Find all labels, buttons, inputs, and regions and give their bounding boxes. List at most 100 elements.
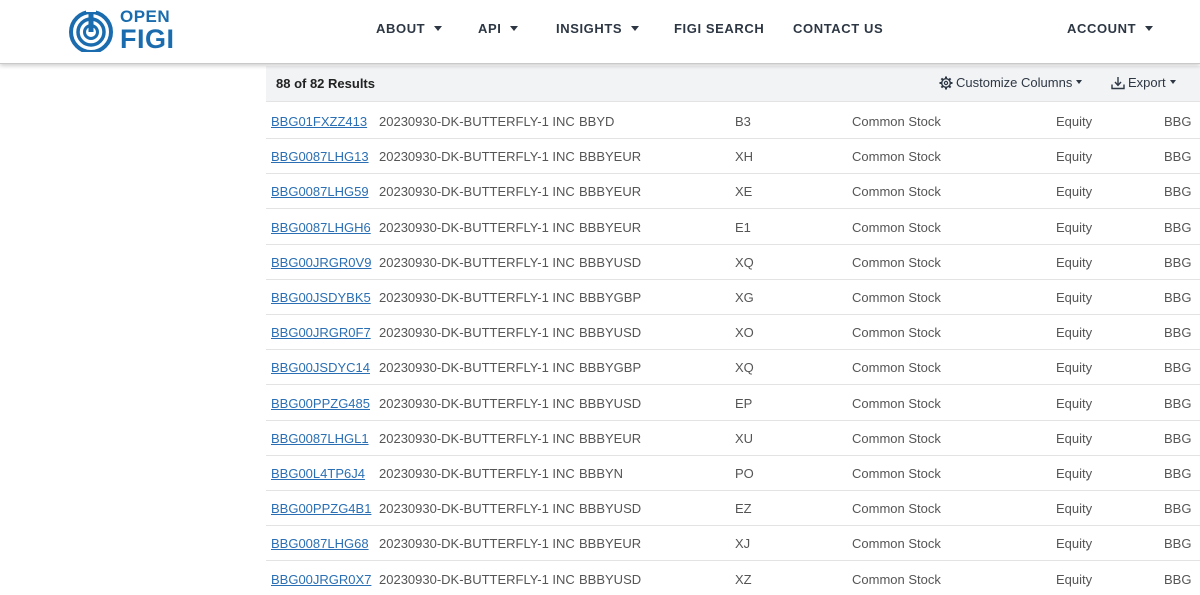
- ticker: BBBYGBP: [579, 290, 642, 305]
- market-sector: Equity: [1056, 184, 1093, 200]
- exchange-code: E1: [735, 219, 751, 235]
- security-name: 20230930-DK-BUTTERFLY-1 INC: [379, 149, 575, 165]
- ticker: BBBYUSD: [579, 501, 642, 517]
- gear-icon: [939, 76, 953, 90]
- export-button[interactable]: Export: [1111, 75, 1176, 90]
- figi-link[interactable]: BBG00JRGR0X7: [271, 572, 371, 587]
- caret-down-icon: [434, 26, 443, 31]
- market-sector: Equity: [1056, 395, 1093, 411]
- results-table: BBG01FXZZ413 20230930-DK-BUTTERFLY-1 INC B…: [266, 104, 1200, 595]
- security-type: Common Stock: [852, 290, 941, 305]
- market-sector: Equity: [1056, 149, 1093, 165]
- exchange-code: XG: [735, 290, 754, 305]
- ticker: BBBYUSD: [579, 571, 642, 587]
- security-name: 20230930-DK-BUTTERFLY-1 INC: [379, 501, 575, 517]
- security-name: 20230930-DK-BUTTERFLY-1 INC: [379, 290, 575, 305]
- market-sector: Equity: [1056, 466, 1093, 481]
- table-row: BBG0087LHG13 20230930-DK-BUTTERFLY-1 INC B…: [266, 139, 1200, 175]
- exchange-code: EZ: [735, 501, 752, 517]
- figi-link[interactable]: BBG0087LHG68: [271, 536, 369, 551]
- truncated-column-value: BBG: [1164, 219, 1192, 235]
- market-sector: Equity: [1056, 325, 1093, 341]
- exchange-code: XH: [735, 149, 754, 165]
- exchange-code: XU: [735, 430, 754, 446]
- figi-link[interactable]: BBG0087LHG59: [271, 184, 369, 199]
- security-type: Common Stock: [852, 254, 941, 270]
- security-name: 20230930-DK-BUTTERFLY-1 INC: [379, 571, 575, 587]
- openfigi-logo[interactable]: OPEN FIGI: [68, 6, 178, 56]
- figi-link[interactable]: BBG00JRGR0V9: [271, 255, 371, 270]
- caret-down-icon: [1145, 26, 1154, 31]
- security-type: Common Stock: [852, 395, 941, 411]
- export-label: Export: [1128, 75, 1166, 90]
- table-row: BBG00JRGR0V9 20230930-DK-BUTTERFLY-1 INC B…: [266, 245, 1200, 280]
- caret-down-icon: [1076, 80, 1083, 84]
- download-icon: [1111, 77, 1125, 90]
- figi-link[interactable]: BBG00PPZG485: [271, 396, 370, 411]
- security-name: 20230930-DK-BUTTERFLY-1 INC: [379, 184, 575, 200]
- nav-contact-us[interactable]: CONTACT US: [793, 21, 883, 36]
- figi-link[interactable]: BBG0087LHGH6: [271, 220, 371, 235]
- exchange-code: EP: [735, 395, 753, 411]
- table-row: BBG00JRGR0F7 20230930-DK-BUTTERFLY-1 INC B…: [266, 315, 1200, 351]
- market-sector: Equity: [1056, 290, 1093, 305]
- nav-about-label: ABOUT: [376, 21, 426, 36]
- nav-account[interactable]: ACCOUNT: [1067, 21, 1154, 36]
- exchange-code: XZ: [735, 571, 752, 587]
- truncated-column-value: BBG: [1164, 325, 1192, 341]
- figi-link[interactable]: BBG0087LHG13: [271, 149, 369, 164]
- figi-link[interactable]: BBG01FXZZ413: [271, 114, 367, 129]
- figi-link[interactable]: BBG00JRGR0F7: [271, 325, 371, 340]
- exchange-code: XJ: [735, 536, 751, 552]
- market-sector: Equity: [1056, 501, 1093, 517]
- ticker: BBBYUSD: [579, 325, 642, 341]
- table-row: BBG00PPZG4B1 20230930-DK-BUTTERFLY-1 INC B…: [266, 491, 1200, 527]
- truncated-column-value: BBG: [1164, 536, 1192, 552]
- nav-contact-us-label: CONTACT US: [793, 21, 884, 36]
- table-row: BBG00JSDYC14 20230930-DK-BUTTERFLY-1 INC B…: [266, 350, 1200, 386]
- table-row: BBG00JSDYBK5 20230930-DK-BUTTERFLY-1 INC B…: [266, 280, 1200, 315]
- exchange-code: XQ: [735, 360, 754, 376]
- market-sector: Equity: [1056, 536, 1093, 552]
- security-type: Common Stock: [852, 536, 941, 552]
- table-row: BBG00PPZG485 20230930-DK-BUTTERFLY-1 INC B…: [266, 386, 1200, 421]
- figi-link[interactable]: BBG00JSDYBK5: [271, 290, 371, 305]
- security-type: Common Stock: [852, 501, 941, 517]
- figi-link[interactable]: BBG00JSDYC14: [271, 360, 370, 375]
- ticker: BBBYEUR: [579, 536, 642, 552]
- security-type: Common Stock: [852, 571, 941, 587]
- nav-api[interactable]: API: [478, 21, 519, 36]
- ticker: BBBYUSD: [579, 254, 642, 270]
- ticker: BBBYEUR: [579, 184, 642, 200]
- table-row: BBG0087LHGH6 20230930-DK-BUTTERFLY-1 INC B…: [266, 210, 1200, 245]
- truncated-column-value: BBG: [1164, 430, 1192, 446]
- exchange-code: XQ: [735, 254, 754, 270]
- truncated-column-value: BBG: [1164, 114, 1192, 129]
- caret-down-icon: [631, 26, 640, 31]
- top-navbar: OPEN FIGI ABOUT API INSIGHTS FIGI SEARCH…: [0, 0, 1200, 64]
- exchange-code: B3: [735, 114, 751, 129]
- nav-account-label: ACCOUNT: [1067, 21, 1137, 36]
- nav-insights[interactable]: INSIGHTS: [556, 21, 640, 36]
- figi-link[interactable]: BBG0087LHGL1: [271, 431, 369, 446]
- customize-columns-button[interactable]: Customize Columns: [939, 75, 1083, 90]
- security-type: Common Stock: [852, 325, 941, 341]
- market-sector: Equity: [1056, 360, 1093, 376]
- nav-about[interactable]: ABOUT: [376, 21, 443, 36]
- figi-link[interactable]: BBG00L4TP6J4: [271, 466, 365, 481]
- caret-down-icon: [1169, 80, 1176, 84]
- ticker: BBBYGBP: [579, 360, 642, 376]
- security-name: 20230930-DK-BUTTERFLY-1 INC: [379, 430, 575, 446]
- customize-columns-label: Customize Columns: [956, 75, 1073, 90]
- figi-link[interactable]: BBG00PPZG4B1: [271, 501, 371, 516]
- logo-figi-text: FIGI: [120, 24, 175, 54]
- table-row: BBG0087LHG59 20230930-DK-BUTTERFLY-1 INC B…: [266, 174, 1200, 210]
- security-type: Common Stock: [852, 184, 941, 200]
- exchange-code: XO: [735, 325, 754, 341]
- nav-api-label: API: [478, 21, 502, 36]
- security-name: 20230930-DK-BUTTERFLY-1 INC: [379, 466, 575, 481]
- security-name: 20230930-DK-BUTTERFLY-1 INC: [379, 536, 575, 552]
- nav-figi-search[interactable]: FIGI SEARCH: [674, 21, 764, 36]
- ticker: BBBYEUR: [579, 430, 642, 446]
- table-row: BBG00JRGR0X7 20230930-DK-BUTTERFLY-1 INC B…: [266, 562, 1200, 595]
